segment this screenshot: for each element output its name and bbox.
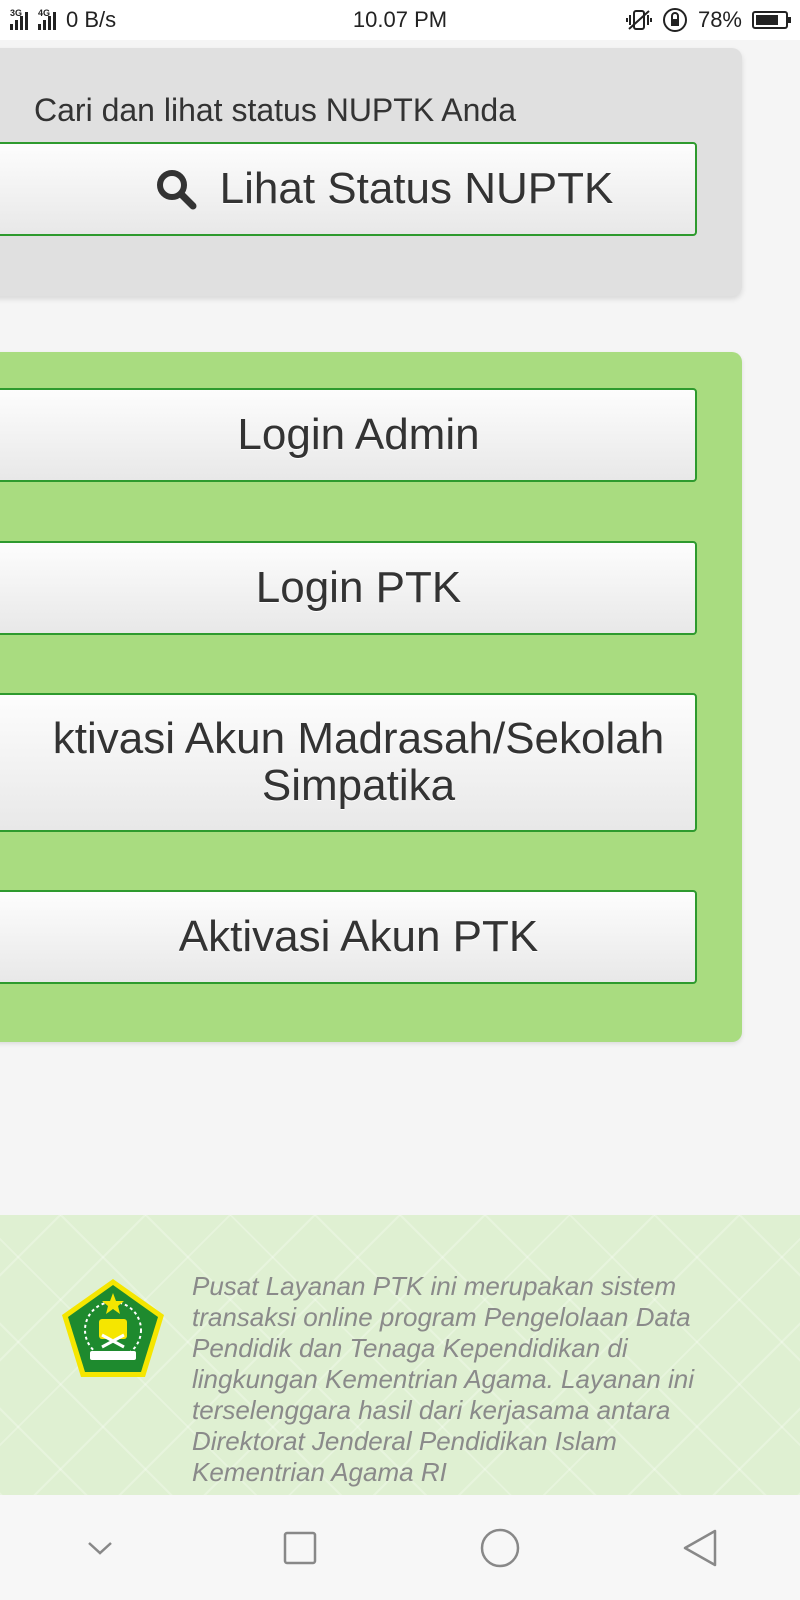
aktivasi-ptk-label: Aktivasi Akun PTK [178,911,539,961]
circle-icon [480,1528,520,1567]
square-icon [283,1531,317,1564]
navigation-bar [0,1495,800,1600]
status-caption: Cari dan lihat status NUPTK Anda [34,92,517,128]
status-left: 3G 4G 0 B/s [10,7,116,33]
nav-home-button[interactable] [470,1518,530,1578]
nav-recents-button[interactable] [270,1518,330,1578]
login-admin-label: Login Admin [237,409,480,459]
aktivasi-madrasah-button[interactable]: ktivasi Akun Madrasah/Sekolah Simpatika [0,693,697,832]
vibrate-icon [625,10,652,30]
nav-back-button[interactable] [670,1518,730,1578]
login-ptk-button[interactable]: Login PTK [0,541,697,635]
signal-icon-1: 3G [10,8,28,30]
login-ptk-label: Login PTK [255,562,462,612]
battery-fill [756,15,778,25]
aktivasi-ptk-button[interactable]: Aktivasi Akun PTK [0,890,697,984]
rotation-lock-icon [662,8,687,32]
back-triangle-icon [683,1529,717,1566]
status-right: 78% [625,7,791,33]
network-type-2: 4G [38,8,51,18]
status-bar: 3G 4G 0 B/s 10.07 PM 78% [0,0,800,40]
chevron-down-icon [88,1541,112,1555]
network-type-1: 3G [10,8,23,18]
battery-icon [752,11,791,29]
signal-icon-2: 4G [38,8,56,30]
search-icon [156,170,197,210]
aktivasi-madrasah-label-line1: ktivasi Akun Madrasah/Sekolah [52,714,665,764]
footer-description: Pusat Layanan PTK ini merupakan sistem t… [192,1271,695,1487]
signal-group: 3G 4G [10,8,56,30]
battery-percent: 78% [697,7,742,32]
kemenag-logo-icon [62,1279,164,1377]
network-speed: 0 B/s [66,7,117,32]
footer: Pusat Layanan PTK ini merupakan sistem t… [0,1215,800,1495]
nav-collapse-button[interactable] [70,1518,130,1578]
lihat-status-button[interactable]: Lihat Status NUPTK [0,142,697,236]
lihat-status-label: Lihat Status NUPTK [219,163,614,213]
aktivasi-madrasah-label-line2: Simpatika [261,760,456,810]
login-admin-button[interactable]: Login Admin [0,388,697,482]
